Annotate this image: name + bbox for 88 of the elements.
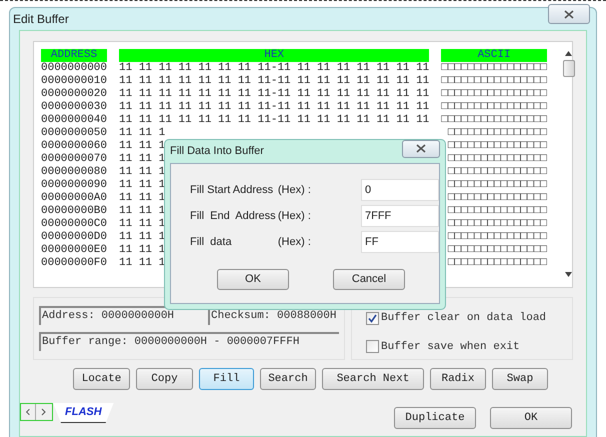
hex-cell: 11 11 1: [119, 218, 166, 231]
field-label: Fill End Address: [190, 208, 277, 224]
checkbox[interactable]: [366, 340, 379, 354]
field-label: Fill data: [190, 234, 233, 250]
ascii-cell: □□□□□□□□□□□□□□□□: [441, 75, 547, 88]
ascii-cell: □□□□□□□□□□□□□□□: [448, 257, 547, 270]
address-cell: 00000000C0: [41, 218, 108, 231]
hex-cell: 11 11 1: [119, 140, 166, 153]
hex-cell: 11 11 11 11 11 11 11 11-11 11 11 11 11 11 11 11: [119, 114, 430, 127]
scroll-thumb[interactable]: [562, 60, 575, 77]
column-header: HEX: [119, 49, 430, 62]
dialog-title: Fill Data Into Buffer: [170, 144, 264, 160]
scroll-down-icon: [565, 272, 572, 277]
hex-cell: 11 11 11 11 11 11 11 11-11 11 11 11 11 11 11 11: [119, 88, 430, 101]
toolbar-button[interactable]: Search Next: [322, 368, 424, 390]
address-cell: 0000000030: [41, 101, 108, 114]
checkbox-label: Buffer clear on data load: [381, 311, 546, 326]
address-cell: 0000000050: [41, 127, 108, 140]
address-cell: 0000000060: [41, 140, 108, 153]
hex-cell: 11 11 11 11 11 11 11 11-11 11 11 11 11 11 11 11: [119, 75, 430, 88]
dialog-button[interactable]: Cancel: [333, 269, 405, 290]
checkbox[interactable]: [366, 312, 379, 325]
address-cell: 00000000D0: [41, 231, 108, 244]
ascii-cell: □□□□□□□□□□□□□□□□: [441, 62, 547, 75]
hex-cell: 11 11 1: [119, 166, 166, 179]
hex-input[interactable]: FF: [361, 231, 439, 253]
column-header: ADDRESS: [41, 49, 108, 62]
ascii-cell: □□□□□□□□□□□□□□□: [448, 205, 547, 218]
ascii-cell: □□□□□□□□□□□□□□□□: [441, 88, 547, 101]
ascii-cell: □□□□□□□□□□□□□□□: [448, 192, 547, 205]
address-cell: 0000000090: [41, 179, 108, 192]
address-cell: 0000000070: [41, 153, 108, 166]
hex-input[interactable]: 0: [361, 179, 439, 201]
hex-cell: 11 11 11 11 11 11 11 11-11 11 11 11 11 11 11 11: [119, 101, 430, 114]
toolbar-button[interactable]: Swap: [492, 368, 548, 390]
check-icon: [368, 314, 377, 323]
scroll-up-icon: [565, 51, 572, 56]
hex-cell: 11 11 1: [119, 205, 166, 218]
field-unit: (Hex) :: [278, 182, 312, 198]
address-cell: 00000000F0: [41, 257, 108, 270]
ascii-cell: □□□□□□□□□□□□□□□: [448, 179, 547, 192]
footer-button[interactable]: Duplicate: [394, 407, 476, 429]
address-cell: 00000000B0: [41, 205, 108, 218]
ascii-cell: □□□□□□□□□□□□□□□: [448, 140, 547, 153]
hex-cell: 11 11 1: [119, 127, 166, 140]
tab-scroll-buttons[interactable]: [20, 403, 53, 421]
address-cell: 00000000A0: [41, 192, 108, 205]
window-title: Edit Buffer: [13, 11, 69, 28]
ascii-cell: □□□□□□□□□□□□□□□: [448, 166, 547, 179]
address-cell: 0000000080: [41, 166, 108, 179]
toolbar-button[interactable]: Locate: [73, 368, 130, 390]
hex-cell: 11 11 11 11 11 11 11 11-11 11 11 11 11 11 11 11: [119, 62, 430, 75]
close-icon: [416, 144, 426, 153]
hex-cell: 11 11 1: [119, 192, 166, 205]
field-unit: (Hex) :: [278, 208, 312, 224]
hex-cell: 11 11 1: [119, 231, 166, 244]
dialog-button[interactable]: OK: [217, 269, 289, 290]
close-button[interactable]: [402, 140, 440, 158]
hex-cell: 11 11 1: [119, 179, 166, 192]
ascii-cell: □□□□□□□□□□□□□□□: [448, 231, 547, 244]
toolbar-button[interactable]: Fill: [199, 368, 254, 390]
toolbar-button[interactable]: Copy: [136, 368, 193, 390]
column-header: ASCII: [441, 49, 547, 62]
address-cell: 00000000E0: [41, 244, 108, 257]
ascii-cell: □□□□□□□□□□□□□□□: [448, 127, 547, 140]
toolbar-button[interactable]: Search: [260, 368, 316, 390]
field-unit: (Hex) :: [278, 234, 312, 250]
address-cell: 0000000020: [41, 88, 108, 101]
tab[interactable]: FLASH: [53, 403, 114, 423]
hex-cell: 11 11 1: [119, 244, 166, 257]
hex-cell: 11 11 1: [119, 257, 166, 270]
address-cell: 0000000000: [41, 62, 108, 75]
buffer-range-field: Buffer range: 0000000000H - 0000007FFFH: [39, 332, 339, 351]
ascii-cell: □□□□□□□□□□□□□□□: [448, 244, 547, 257]
address-cell: 0000000040: [41, 114, 108, 127]
address-cell: 0000000010: [41, 75, 108, 88]
ascii-cell: □□□□□□□□□□□□□□□: [448, 218, 547, 231]
ascii-cell: □□□□□□□□□□□□□□□□: [441, 114, 547, 127]
close-icon: [564, 10, 574, 18]
ascii-cell: □□□□□□□□□□□□□□□□: [441, 101, 547, 114]
footer-button[interactable]: OK: [490, 407, 572, 429]
hex-input[interactable]: 7FFF: [361, 205, 439, 227]
field-label: Fill Start Address: [190, 182, 274, 198]
ascii-cell: □□□□□□□□□□□□□□□: [448, 153, 547, 166]
hex-cell: 11 11 1: [119, 153, 166, 166]
close-button[interactable]: [548, 4, 590, 24]
checkbox-label: Buffer save when exit: [381, 340, 520, 354]
toolbar-button[interactable]: Radix: [430, 368, 486, 390]
